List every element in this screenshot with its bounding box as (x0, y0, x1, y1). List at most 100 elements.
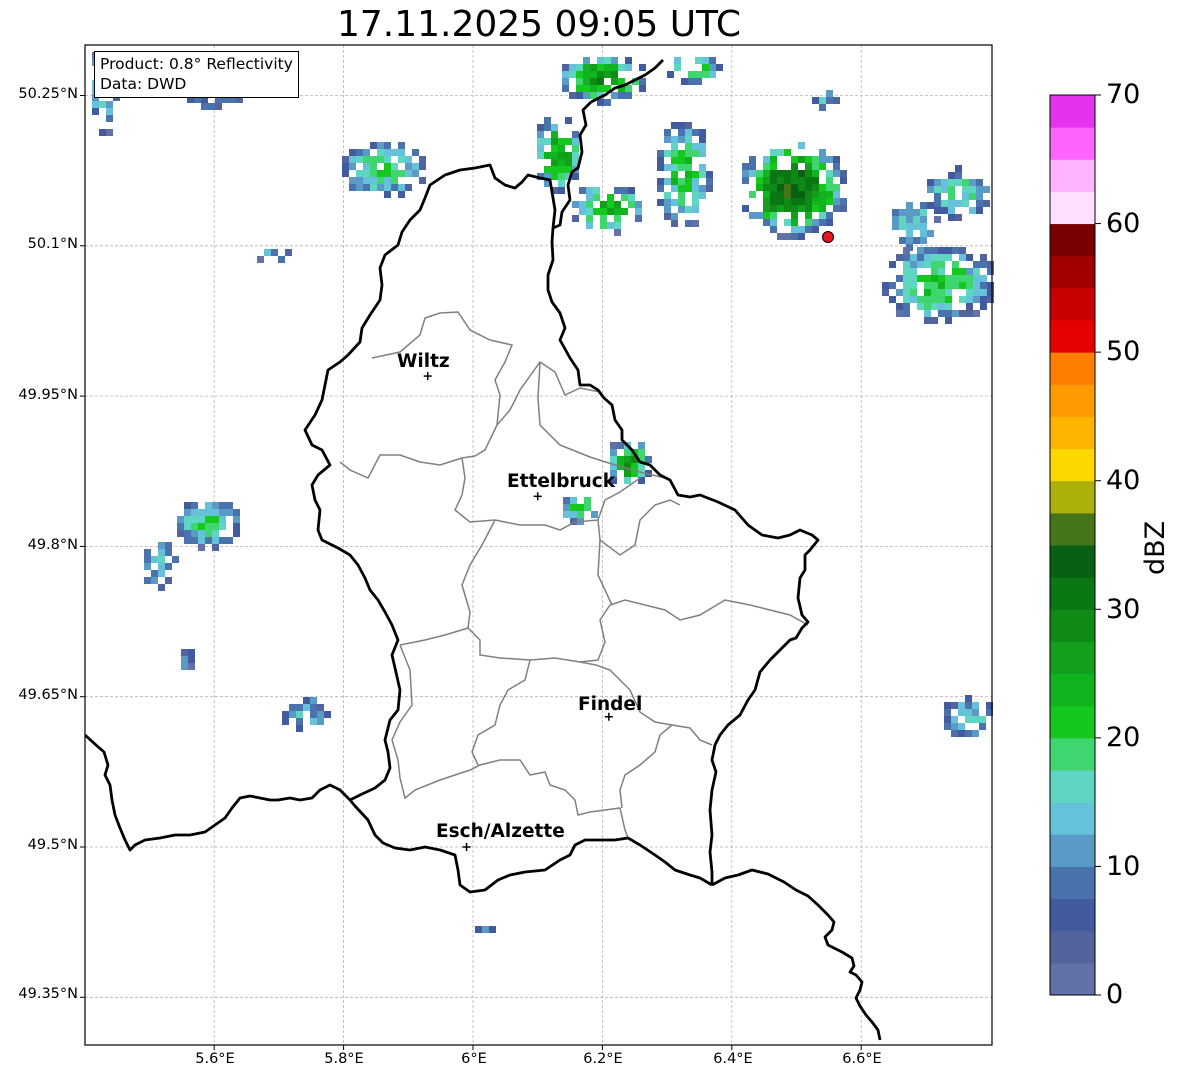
lat-label: 49.65°N (18, 687, 78, 703)
radar-echo-cell (671, 157, 678, 164)
radar-echo-cell (945, 247, 952, 254)
lon-label: 6.4°E (713, 1051, 753, 1067)
radar-echo-cell (296, 704, 303, 711)
radar-echo-cell (889, 296, 896, 303)
radar-echo-cell (289, 711, 296, 718)
radar-echo-cell (826, 191, 833, 198)
radar-echo-cell (537, 152, 544, 159)
radar-echo-cell (184, 537, 191, 544)
radar-echo-cell (671, 185, 678, 192)
radar-echo-cell (833, 184, 840, 191)
radar-echo-cell (944, 716, 951, 723)
radar-echo-cell (551, 173, 558, 180)
radar-echo-cell (840, 170, 847, 177)
radar-echo-cell (906, 230, 913, 237)
radar-echo-cell (558, 159, 565, 166)
radar-echo-cell (489, 926, 496, 933)
radar-echo-cell (948, 193, 955, 200)
lat-label: 49.35°N (18, 986, 78, 1002)
radar-echo-cell (191, 530, 198, 537)
radar-echo-cell (917, 254, 924, 261)
radar-echo-cell (551, 152, 558, 159)
radar-echo-cell (271, 249, 278, 256)
radar-echo-cell (586, 201, 593, 208)
radar-echo-cell (212, 544, 219, 551)
colorbar-segment (1050, 512, 1095, 546)
radar-echo-cell (777, 191, 784, 198)
radar-echo-cell (678, 206, 685, 213)
radar-echo-cell (938, 254, 945, 261)
radar-echo-cell (226, 502, 233, 509)
radar-echo-cell (906, 202, 913, 209)
radar-echo-cell (577, 511, 584, 518)
radar-echo-cell (296, 725, 303, 732)
radar-echo-cell (702, 64, 709, 71)
radar-echo-cell (805, 170, 812, 177)
radar-echo-cell (618, 64, 625, 71)
radar-echo-cell (363, 156, 370, 163)
radar-echo-cell (205, 502, 212, 509)
radar-echo-cell (181, 649, 188, 656)
radar-echo-cell (638, 442, 645, 449)
radar-echo-cell (678, 185, 685, 192)
radar-echo-cell (572, 201, 579, 208)
radar-echo-cell (639, 64, 646, 71)
radar-echo-cell (349, 163, 356, 170)
radar-echo-cell (570, 504, 577, 511)
radar-echo-cell (987, 289, 994, 296)
radar-echo-cell (777, 184, 784, 191)
radar-echo-cell (920, 230, 927, 237)
radar-echo-cell (635, 201, 642, 208)
radar-echo-cell (685, 129, 692, 136)
radar-echo-cell (791, 226, 798, 233)
radar-echo-cell (317, 704, 324, 711)
radar-echo-cell (819, 191, 826, 198)
radar-echo-cell (791, 198, 798, 205)
radar-echo-cell (742, 170, 749, 177)
radar-echo-cell (671, 150, 678, 157)
radar-echo-cell (412, 149, 419, 156)
colorbar-segment (1050, 95, 1095, 128)
radar-echo-cell (903, 275, 910, 282)
radar-echo-cell (363, 177, 370, 184)
radar-echo-cell (591, 511, 598, 518)
radar-echo-cell (812, 205, 819, 212)
radar-echo-cell (699, 164, 706, 171)
radar-echo-cell (144, 563, 151, 570)
radar-echo-cell (685, 206, 692, 213)
radar-echo-cell (763, 177, 770, 184)
radar-echo-cell (892, 216, 899, 223)
radar-echo-cell (181, 656, 188, 663)
radar-echo-cell (621, 208, 628, 215)
radar-echo-cell (892, 209, 899, 216)
radar-echo-cell (763, 184, 770, 191)
radar-echo-cell (198, 537, 205, 544)
radar-echo-cell (597, 85, 604, 92)
radar-echo-cell (749, 170, 756, 177)
radar-echo-cell (920, 209, 927, 216)
radar-echo-cell (233, 516, 240, 523)
radar-echo-cell (398, 149, 405, 156)
radar-echo-cell (631, 463, 638, 470)
radar-echo-cell (763, 219, 770, 226)
radar-echo-cell (635, 208, 642, 215)
radar-echo-cell (563, 511, 570, 518)
radar-echo-cell (692, 185, 699, 192)
radar-echo-cell (593, 208, 600, 215)
radar-echo-cell (212, 502, 219, 509)
radar-echo-cell (165, 563, 172, 570)
radar-echo-cell (798, 142, 805, 149)
radar-echo-cell (212, 516, 219, 523)
radar-echo-cell (763, 156, 770, 163)
radar-echo-cell (565, 117, 572, 124)
radar-echo-cell (551, 138, 558, 145)
radar-echo-cell (979, 723, 986, 730)
radar-echo-cell (184, 509, 191, 516)
radar-echo-cell (941, 207, 948, 214)
radar-echo-cell (889, 282, 896, 289)
radar-echo-cell (264, 249, 271, 256)
radar-echo-cell (770, 177, 777, 184)
radar-echo-cell (819, 104, 826, 111)
radar-echo-cell (980, 282, 987, 289)
radar-echo-cell (363, 149, 370, 156)
